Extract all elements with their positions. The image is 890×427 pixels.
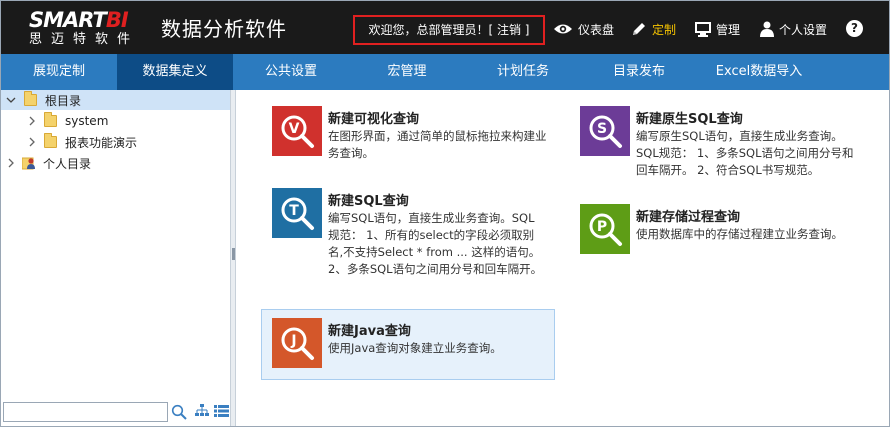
native-sql-query-icon: S bbox=[580, 106, 630, 156]
nav-display-customize[interactable]: 展现定制 bbox=[1, 54, 117, 90]
pencil-icon bbox=[633, 23, 645, 35]
chevron-right-icon[interactable] bbox=[27, 137, 37, 147]
top-header: SMARTBI 思迈特软件 数据分析软件 欢迎您，总部管理员！[ 注销 ] 仪表… bbox=[1, 1, 889, 54]
list-view-icon[interactable] bbox=[214, 405, 229, 417]
sql-query-icon: T bbox=[272, 188, 322, 238]
nav-scheduled-tasks[interactable]: 计划任务 bbox=[465, 54, 581, 90]
logo-subtitle: 思迈特软件 bbox=[29, 32, 140, 47]
welcome-logout-box[interactable]: 欢迎您，总部管理员！[ 注销 ] bbox=[353, 15, 545, 45]
tree-node-system[interactable]: system bbox=[1, 111, 230, 131]
tree-node-personal[interactable]: 个人目录 bbox=[1, 153, 230, 173]
personal-settings-button[interactable]: 个人设置 bbox=[760, 18, 827, 40]
nav-public-settings[interactable]: 公共设置 bbox=[233, 54, 349, 90]
manage-button[interactable]: 管理 bbox=[695, 18, 740, 40]
tree-node-report-demo[interactable]: 报表功能演示 bbox=[1, 132, 230, 152]
tree-node-root[interactable]: 根目录 bbox=[1, 90, 230, 110]
stored-procedure-query-icon: P bbox=[580, 204, 630, 254]
svg-text:V: V bbox=[289, 121, 300, 137]
manage-label: 管理 bbox=[716, 22, 741, 37]
chevron-right-icon[interactable] bbox=[27, 116, 37, 126]
tree-node-label: system bbox=[65, 114, 109, 128]
card-stored-procedure-query[interactable]: P 新建存储过程查询 使用数据库中的存储过程建立业务查询。 bbox=[570, 196, 862, 256]
nav-catalog-publish[interactable]: 目录发布 bbox=[581, 54, 697, 90]
splitter-handle[interactable] bbox=[232, 248, 235, 260]
folder-icon bbox=[24, 91, 37, 106]
card-title: 新建存储过程查询 bbox=[636, 210, 741, 225]
card-description: 使用Java查询对象建立业务查询。 bbox=[328, 341, 502, 355]
visual-query-icon: V bbox=[272, 106, 322, 156]
eye-icon bbox=[554, 24, 572, 34]
dataset-create-panel: V 新建可视化查询 在图形界面，通过简单的鼠标拖拉来构建业务查询。 S 新建原生… bbox=[236, 90, 889, 426]
customize-label: 定制 bbox=[652, 22, 677, 37]
tree-node-label: 个人目录 bbox=[43, 156, 92, 171]
svg-text:T: T bbox=[289, 203, 299, 219]
nav-macro-manage[interactable]: 宏管理 bbox=[349, 54, 465, 90]
card-title: 新建原生SQL查询 bbox=[636, 112, 743, 127]
logo-text: SMARTBI bbox=[29, 8, 129, 32]
java-query-icon: J bbox=[272, 318, 322, 368]
card-title: 新建SQL查询 bbox=[328, 194, 409, 209]
dashboard-label: 仪表盘 bbox=[578, 22, 615, 37]
smartbi-logo: SMARTBI 思迈特软件 bbox=[29, 9, 147, 49]
personal-settings-label: 个人设置 bbox=[779, 22, 828, 37]
card-sql-query[interactable]: T 新建SQL查询 编写SQL语句，直接生成业务查询。SQL规范： 1、所有的s… bbox=[262, 180, 554, 292]
svg-text:P: P bbox=[597, 219, 607, 235]
search-icon[interactable] bbox=[171, 404, 187, 420]
nav-excel-import[interactable]: Excel数据导入 bbox=[697, 54, 821, 90]
card-java-query[interactable]: J 新建Java查询 使用Java查询对象建立业务查询。 bbox=[261, 309, 555, 380]
folder-icon bbox=[44, 112, 57, 127]
card-title: 新建Java查询 bbox=[328, 324, 411, 339]
user-icon bbox=[760, 21, 774, 37]
chevron-down-icon[interactable] bbox=[6, 95, 16, 105]
nav-dataset-define[interactable]: 数据集定义 bbox=[117, 54, 233, 90]
help-icon[interactable]: ? bbox=[846, 20, 863, 37]
card-description: 使用数据库中的存储过程建立业务查询。 bbox=[636, 227, 843, 241]
svg-text:S: S bbox=[597, 121, 607, 137]
card-description: 在图形界面，通过简单的鼠标拖拉来构建业务查询。 bbox=[328, 129, 547, 160]
card-title: 新建可视化查询 bbox=[328, 112, 420, 127]
tree-view-icon[interactable] bbox=[195, 404, 209, 418]
card-visual-query[interactable]: V 新建可视化查询 在图形界面，通过简单的鼠标拖拉来构建业务查询。 bbox=[262, 98, 554, 170]
monitor-icon bbox=[695, 21, 711, 37]
tree-node-label: 根目录 bbox=[45, 93, 82, 108]
card-description: 编写原生SQL语句，直接生成业务查询。SQL规范： 1、多条SQL语句之间用分号… bbox=[636, 129, 854, 177]
chevron-right-icon[interactable] bbox=[6, 158, 16, 168]
svg-text:J: J bbox=[290, 333, 296, 349]
customize-button[interactable]: 定制 bbox=[631, 18, 676, 40]
tree-search-input[interactable] bbox=[3, 402, 168, 422]
folder-icon bbox=[44, 133, 57, 148]
app-title: 数据分析软件 bbox=[161, 17, 287, 41]
tree-node-label: 报表功能演示 bbox=[65, 135, 138, 150]
dashboard-button[interactable]: 仪表盘 bbox=[553, 18, 614, 40]
person-folder-icon bbox=[22, 157, 35, 170]
card-description: 编写SQL语句，直接生成业务查询。SQL规范： 1、所有的select的字段必须… bbox=[328, 211, 543, 276]
catalog-tree-panel: 根目录 system 报表功能演示 个人目录 bbox=[1, 90, 230, 426]
card-native-sql-query[interactable]: S 新建原生SQL查询 编写原生SQL语句，直接生成业务查询。SQL规范： 1、… bbox=[570, 98, 862, 188]
main-nav: 展现定制 数据集定义 公共设置 宏管理 计划任务 目录发布 Excel数据导入 bbox=[1, 54, 889, 90]
